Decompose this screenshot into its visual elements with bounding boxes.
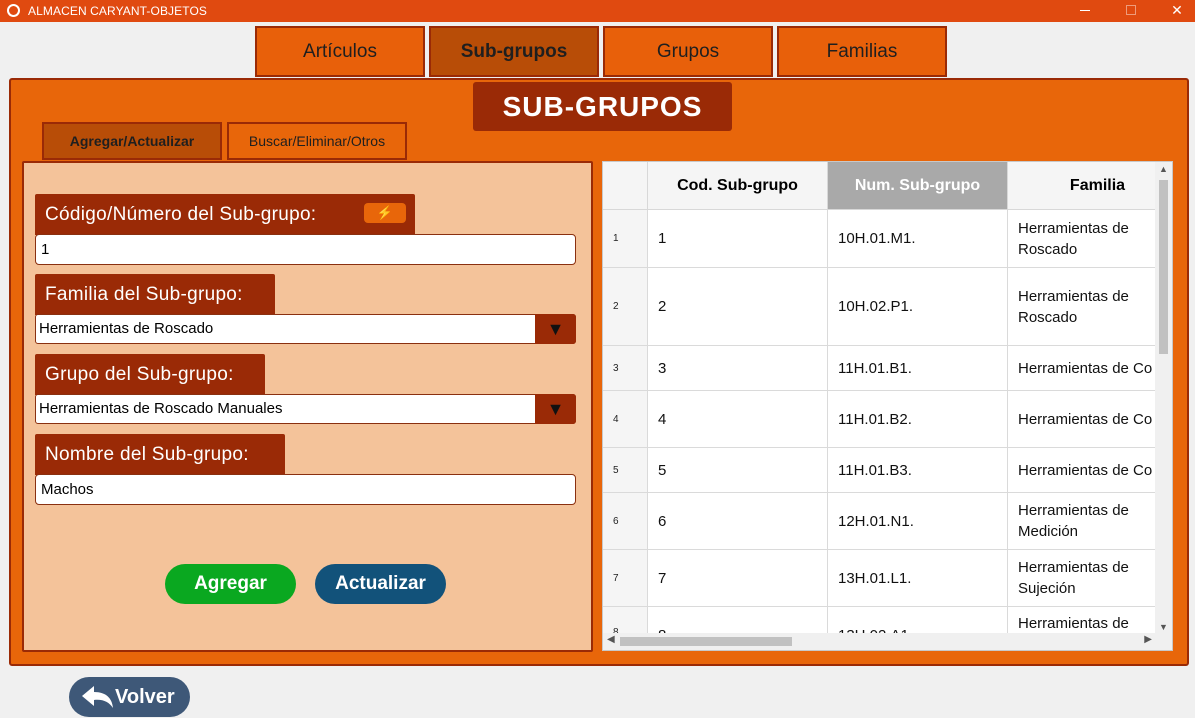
row-number-header (603, 162, 648, 210)
row-number: 8 (603, 607, 648, 634)
cell-familia-text: Herramientas de Roscado (1018, 287, 1129, 326)
tab-grupos[interactable]: Grupos (603, 26, 773, 77)
tab-agregar-actualizar[interactable]: Agregar/Actualizar (42, 122, 222, 160)
title-bar: ALMACEN CARYANT-OBJETOS ✕ (0, 0, 1195, 22)
tab-sub-grupos[interactable]: Sub-grupos (429, 26, 599, 77)
cell-familia-text: Herramientas de Roscado (1018, 219, 1129, 258)
scroll-up-icon[interactable]: ▲ (1159, 164, 1168, 174)
minimize-icon (1080, 10, 1090, 11)
app-icon (7, 4, 20, 17)
cell-cod: 2 (648, 268, 828, 345)
column-header-num[interactable]: Num. Sub-grupo (828, 162, 1008, 210)
cell-num: 12H.01.N1. (828, 493, 1008, 549)
table-row[interactable]: 4 4 11H.01.B2. Herramientas de Co (603, 391, 1156, 448)
tab-familias[interactable]: Familias (777, 26, 947, 77)
cell-num: 10H.02.P1. (828, 268, 1008, 345)
scroll-left-icon[interactable]: ◀ (607, 634, 615, 645)
cell-familia: Herramientas de Sujeción (1008, 550, 1156, 606)
section-title: SUB-GRUPOS (473, 82, 732, 131)
row-number: 1 (603, 210, 648, 267)
cell-familia-text: Herramientas de Medición (1018, 502, 1129, 540)
cell-cod: 5 (648, 448, 828, 492)
tab-articulos[interactable]: Artículos (255, 26, 425, 77)
column-header-cod[interactable]: Cod. Sub-grupo (648, 162, 828, 210)
cell-familia: Herramientas de Medición (1008, 493, 1156, 549)
table-row[interactable]: 6 6 12H.01.N1. Herramientas de Medición (603, 493, 1156, 550)
horizontal-scrollbar[interactable]: ◀ ▶ (603, 633, 1156, 650)
group-select-value: Herramientas de Roscado Manuales (39, 400, 283, 417)
cell-num: 13H.02.A1. (828, 607, 1008, 634)
cell-num: 11H.01.B2. (828, 391, 1008, 447)
code-input[interactable] (35, 234, 576, 265)
group-select[interactable]: Herramientas de Roscado Manuales ▼ (35, 394, 576, 424)
cell-cod: 6 (648, 493, 828, 549)
cell-num: 13H.01.L1. (828, 550, 1008, 606)
back-button[interactable]: Volver (69, 677, 190, 717)
add-button[interactable]: Agregar (165, 564, 296, 604)
bolt-icon: ⚡ (376, 205, 394, 220)
row-number: 5 (603, 448, 648, 492)
cell-familia: Herramientas de Co (1008, 448, 1156, 492)
maximize-button[interactable] (1108, 0, 1154, 22)
cell-cod: 1 (648, 210, 828, 267)
update-button[interactable]: Actualizar (315, 564, 446, 604)
table-row[interactable]: 7 7 13H.01.L1. Herramientas de Sujeción (603, 550, 1156, 607)
close-icon: ✕ (1171, 2, 1183, 18)
vertical-scroll-thumb[interactable] (1159, 180, 1168, 354)
scroll-down-icon[interactable]: ▼ (1159, 622, 1168, 632)
cell-num: 11H.01.B3. (828, 448, 1008, 492)
horizontal-scroll-thumb[interactable] (620, 637, 792, 646)
cell-cod: 4 (648, 391, 828, 447)
cell-familia: Herramientas de Co (1008, 346, 1156, 390)
family-select[interactable]: Herramientas de Roscado ▼ (35, 314, 576, 344)
cell-cod: 3 (648, 346, 828, 390)
maximize-icon (1126, 5, 1136, 15)
family-label: Familia del Sub-grupo: (35, 274, 275, 315)
row-number: 3 (603, 346, 648, 390)
row-number: 2 (603, 268, 648, 345)
dropdown-arrow-icon[interactable]: ▼ (535, 394, 576, 424)
scroll-corner (1155, 633, 1172, 650)
table-row[interactable]: 1 1 10H.01.M1. Herramientas de Roscado (603, 210, 1156, 268)
back-arrow-icon (82, 686, 113, 708)
dropdown-arrow-icon[interactable]: ▼ (535, 314, 576, 344)
minimize-button[interactable] (1062, 0, 1108, 22)
row-number: 6 (603, 493, 648, 549)
table-row[interactable]: 8 8 13H.02.A1. Herramientas de (603, 607, 1156, 634)
table-row[interactable]: 2 2 10H.02.P1. Herramientas de Roscado (603, 268, 1156, 346)
generate-code-button[interactable]: ⚡ (364, 203, 406, 223)
row-number: 4 (603, 391, 648, 447)
cell-cod: 7 (648, 550, 828, 606)
vertical-scrollbar[interactable]: ▲ ▼ (1155, 162, 1172, 634)
cell-familia: Herramientas de Roscado (1008, 268, 1156, 345)
code-label: Código/Número del Sub-grupo: (35, 194, 415, 235)
cell-familia: Herramientas de (1008, 607, 1156, 634)
table-row[interactable]: 3 3 11H.01.B1. Herramientas de Co (603, 346, 1156, 391)
cell-num: 11H.01.B1. (828, 346, 1008, 390)
cell-cod: 8 (648, 607, 828, 634)
name-label: Nombre del Sub-grupo: (35, 434, 285, 475)
cell-familia: Herramientas de Co (1008, 391, 1156, 447)
cell-num: 10H.01.M1. (828, 210, 1008, 267)
name-input[interactable] (35, 474, 576, 505)
tab-buscar-eliminar-otros[interactable]: Buscar/Eliminar/Otros (227, 122, 407, 160)
group-label: Grupo del Sub-grupo: (35, 354, 265, 395)
back-button-label: Volver (115, 686, 175, 708)
close-button[interactable]: ✕ (1154, 0, 1195, 22)
cell-familia: Herramientas de Roscado (1008, 210, 1156, 267)
subgroups-table[interactable]: Cod. Sub-grupo Num. Sub-grupo Familia 1 … (602, 161, 1173, 651)
table-grid: Cod. Sub-grupo Num. Sub-grupo Familia 1 … (603, 162, 1156, 634)
scroll-right-icon[interactable]: ▶ (1144, 634, 1152, 645)
family-select-value: Herramientas de Roscado (39, 320, 214, 337)
row-number: 7 (603, 550, 648, 606)
cell-familia-text: Herramientas de Sujeción (1018, 559, 1129, 597)
table-row[interactable]: 5 5 11H.01.B3. Herramientas de Co (603, 448, 1156, 493)
window-title: ALMACEN CARYANT-OBJETOS (28, 4, 208, 18)
column-header-familia[interactable]: Familia (1008, 162, 1156, 210)
